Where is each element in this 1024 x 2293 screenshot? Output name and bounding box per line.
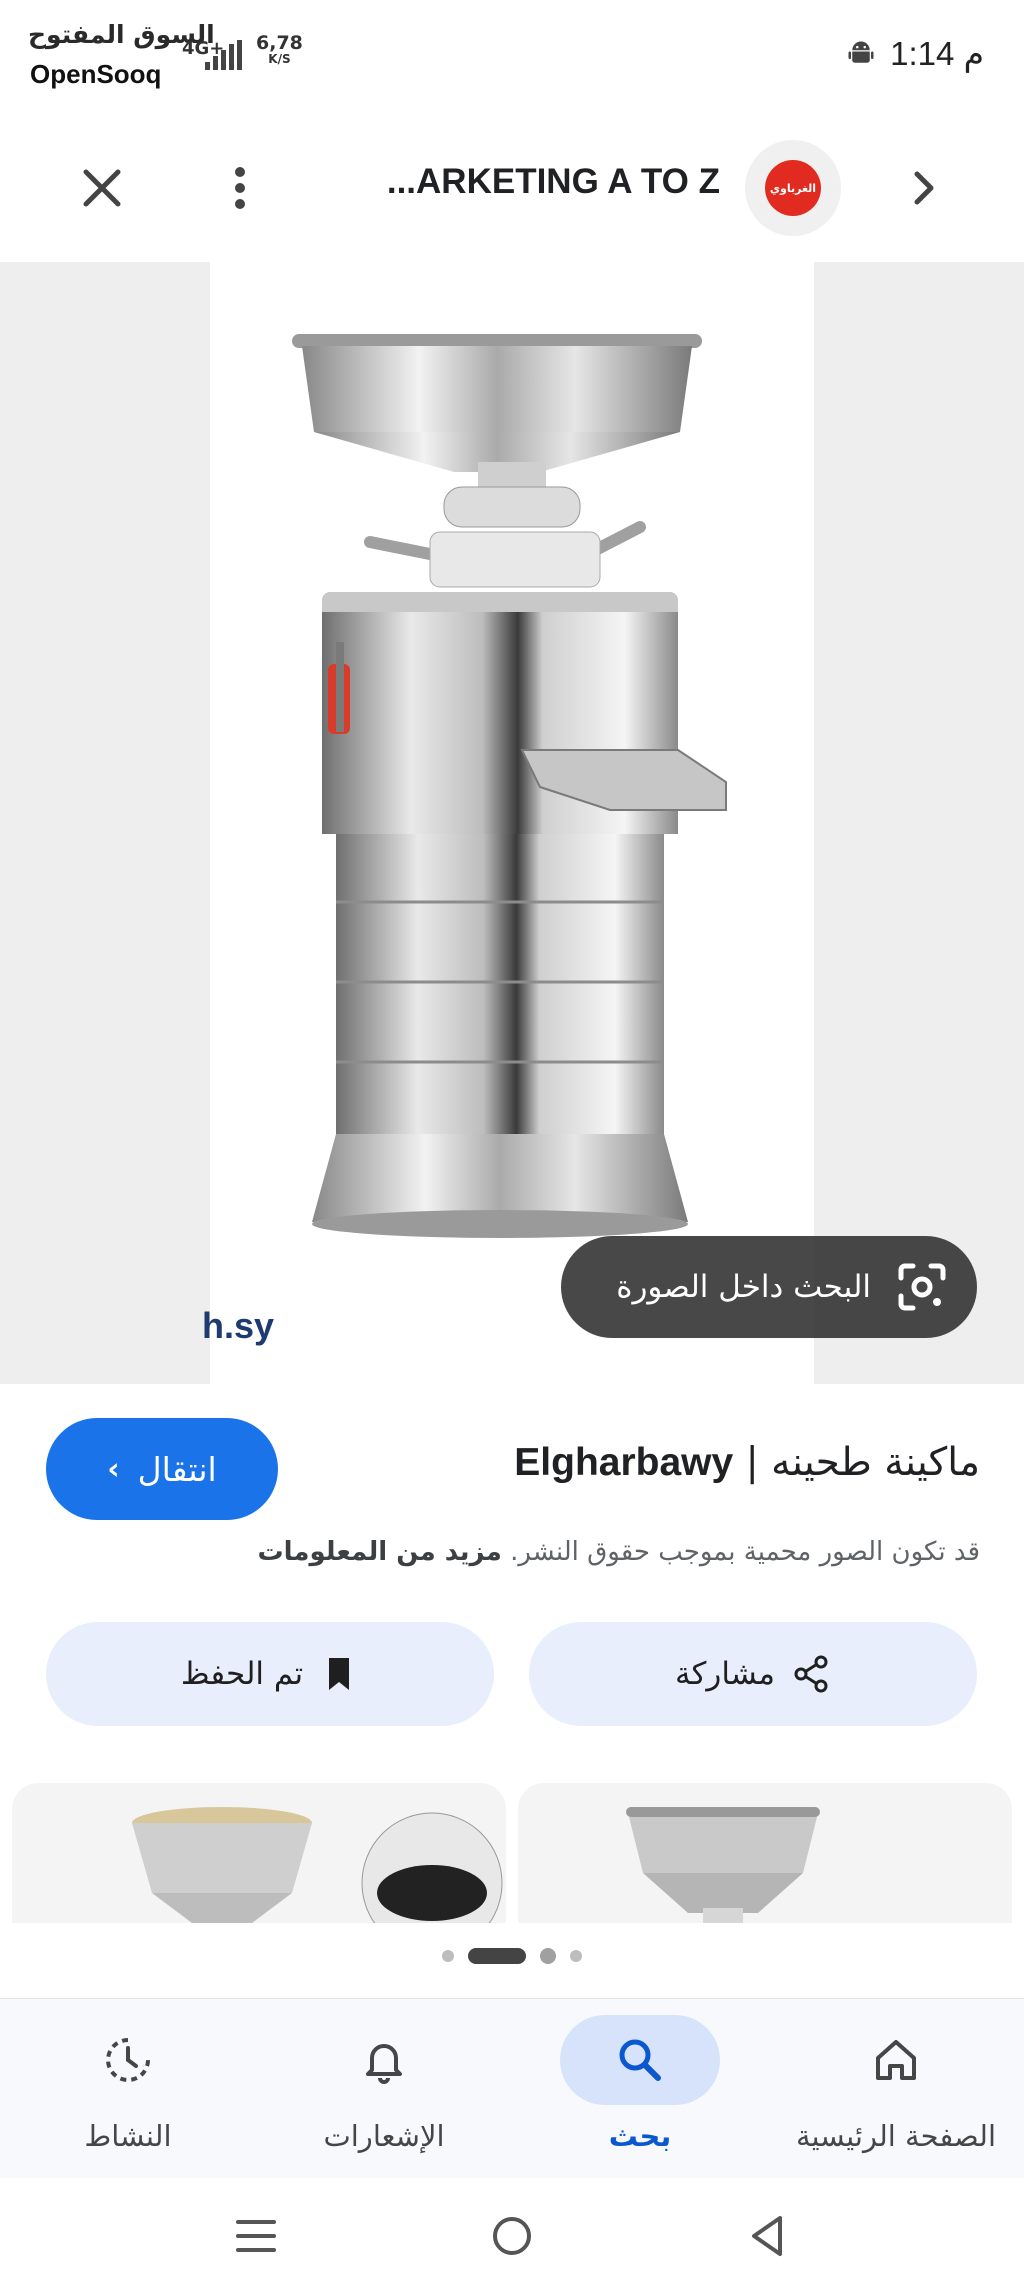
site-logo-text: الغرباوي [765, 160, 821, 216]
grinder-machine-illustration [292, 334, 727, 1238]
lens-camera-icon [898, 1263, 946, 1311]
close-icon[interactable] [74, 160, 130, 216]
status-bar: السوق المفتوح OpenSooq 4G+ 6,78 K/S 1:14… [0, 0, 1024, 115]
recent-apps-icon[interactable] [226, 2206, 286, 2266]
visit-button[interactable]: ‹ انتقال [46, 1418, 278, 1520]
nav-notifications-label: الإشعارات [323, 2119, 445, 2153]
saved-button[interactable]: تم الحفظ [46, 1622, 494, 1726]
title-brand: Elgharbawy [514, 1441, 734, 1484]
lens-label: البحث داخل الصورة [616, 1269, 871, 1305]
search-icon [619, 2039, 661, 2081]
network-speed: 6,78 K/S [256, 32, 303, 66]
home-icon [876, 2040, 916, 2080]
nav-home-label: الصفحة الرئيسية [795, 2119, 997, 2153]
carousel-pager [0, 1948, 1024, 1964]
share-icon [794, 1655, 828, 1693]
activity-icon [106, 2038, 150, 2082]
share-button[interactable]: مشاركة [529, 1622, 977, 1726]
nav-activity-icon-wrap [48, 2015, 208, 2105]
image-title: Elgharbawy | ماكينة طحينه [514, 1440, 980, 1485]
nav-activity[interactable]: النشاط [8, 2007, 248, 2171]
nav-search-icon-wrap [560, 2015, 720, 2105]
bottom-navigation: الصفحة الرئيسية بحث الإشعارات النشاط [0, 1998, 1024, 2178]
viewer-top-bar: ...ARKETING A TO Z الغرباوي [0, 130, 1024, 245]
related-image-thumbnail[interactable] [12, 1783, 506, 1923]
pager-dot [442, 1950, 454, 1962]
nav-home-icon-wrap [816, 2015, 976, 2105]
saved-label: تم الحفظ [180, 1656, 304, 1692]
nav-notifications-icon-wrap [304, 2015, 464, 2105]
title-separator: | [733, 1440, 772, 1485]
back-icon[interactable] [738, 2206, 798, 2266]
site-logo[interactable]: الغرباوي [745, 140, 841, 236]
nav-search[interactable]: بحث [520, 2007, 760, 2171]
speed-unit: K/S [268, 52, 291, 66]
image-watermark: h.sy [202, 1305, 275, 1346]
pager-dot-active [468, 1948, 526, 1964]
page-title: ...ARKETING A TO Z [386, 162, 720, 201]
image-viewer[interactable] [0, 262, 1024, 1384]
more-info-link[interactable]: مزيد من المعلومات [257, 1537, 501, 1567]
title-arabic: ماكينة طحينه [771, 1440, 980, 1485]
nav-search-label: بحث [608, 2119, 672, 2153]
pager-dot [570, 1950, 582, 1962]
nav-home[interactable]: الصفحة الرئيسية [776, 2007, 1016, 2171]
chevron-right-icon[interactable] [895, 160, 951, 216]
bookmark-icon [329, 1658, 350, 1690]
thumbnail-grinder-hopper [626, 1807, 820, 1923]
nav-activity-label: النشاط [84, 2119, 172, 2153]
copyright-notice: قد تكون الصور محمية بموجب حقوق النشر. مز… [257, 1537, 980, 1567]
pager-dot [540, 1948, 556, 1964]
share-label: مشاركة [674, 1656, 776, 1692]
signal-icon [205, 40, 242, 70]
related-images [0, 1783, 1024, 1923]
product-image[interactable] [210, 262, 814, 1384]
chevron-left-icon: ‹ [107, 1451, 120, 1487]
android-icon [848, 41, 874, 63]
search-in-image-button[interactable]: البحث داخل الصورة [561, 1236, 977, 1338]
watermark-latin: OpenSooq [22, 56, 170, 93]
system-navigation-bar [0, 2178, 1024, 2293]
clock: 1:14 م [890, 35, 984, 72]
speed-value: 6,78 [256, 32, 303, 54]
copyright-text: قد تكون الصور محمية بموجب حقوق النشر. [510, 1537, 980, 1567]
home-circle-icon[interactable] [482, 2206, 542, 2266]
related-image-thumbnail[interactable] [518, 1783, 1012, 1923]
nav-notifications[interactable]: الإشعارات [264, 2007, 504, 2171]
bell-icon [366, 2044, 402, 2084]
visit-label: انتقال [137, 1449, 217, 1489]
opensooq-watermark: السوق المفتوح OpenSooq [22, 18, 215, 98]
more-vert-icon[interactable] [222, 160, 258, 216]
thumbnail-grinder-seeds [132, 1807, 503, 1923]
